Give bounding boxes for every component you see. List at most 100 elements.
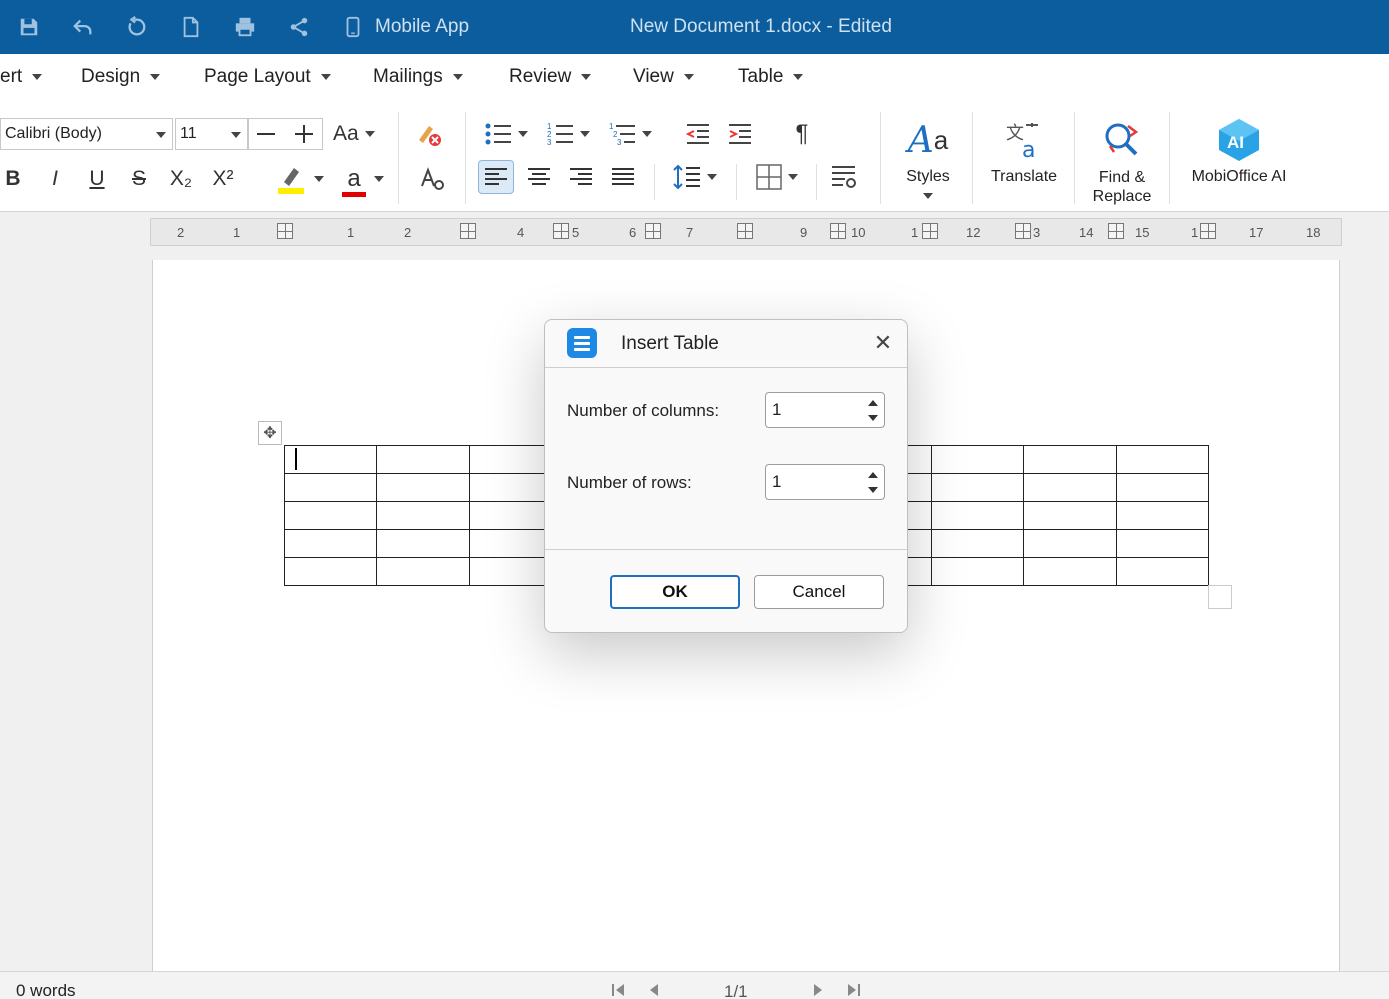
highlight-color-button[interactable] (272, 162, 328, 196)
show-formatting-marks-button[interactable]: ¶ (788, 118, 816, 150)
line-spacing-button[interactable] (668, 160, 722, 194)
next-page-icon[interactable] (808, 980, 828, 999)
column-marker[interactable] (645, 223, 661, 239)
styles-button[interactable]: Aa Styles (898, 112, 958, 204)
cancel-button[interactable]: Cancel (754, 575, 884, 609)
columns-increment-icon[interactable] (866, 397, 880, 409)
table-cell[interactable] (1023, 529, 1117, 558)
table-cell[interactable] (283, 473, 378, 502)
underline-button[interactable]: U (84, 162, 110, 196)
italic-button[interactable]: I (42, 162, 68, 196)
font-name-select[interactable]: Calibri (Body) (0, 118, 173, 150)
clear-formatting-icon[interactable] (414, 118, 444, 150)
chevron-down-icon (518, 131, 528, 137)
font-size-select[interactable]: 11 (175, 118, 248, 150)
bullet-list-button[interactable] (480, 118, 532, 150)
column-marker[interactable] (553, 223, 569, 239)
change-case-button[interactable]: Aa (333, 118, 375, 150)
column-marker[interactable] (460, 223, 476, 239)
table-cell[interactable] (1115, 557, 1210, 586)
tab-page-layout[interactable]: Page Layout (204, 66, 331, 88)
paragraph-settings-icon[interactable] (830, 160, 858, 194)
column-marker[interactable] (737, 223, 753, 239)
table-cell[interactable] (1023, 445, 1117, 474)
subscript-button[interactable]: X₂ (166, 162, 196, 196)
table-cell[interactable] (283, 529, 378, 558)
bold-button[interactable]: B (0, 162, 26, 196)
print-icon[interactable] (230, 12, 260, 42)
table-cell[interactable] (930, 473, 1025, 502)
tab-review[interactable]: Review (509, 66, 592, 88)
increase-indent-icon[interactable] (726, 120, 754, 148)
align-center-button[interactable] (522, 160, 556, 194)
table-cell[interactable] (376, 501, 470, 530)
table-cell[interactable] (930, 529, 1025, 558)
mobile-app-label[interactable]: Mobile App (375, 16, 469, 38)
horizontal-ruler[interactable]: 2 1 1 2 4 5 6 7 9 10 1 12 3 14 15 1 17 1… (150, 218, 1342, 246)
ruler-label: 18 (1306, 225, 1321, 240)
table-cell[interactable] (1115, 445, 1210, 474)
table-cell[interactable] (1115, 501, 1210, 530)
find-replace-button[interactable]: Find & Replace (1084, 112, 1160, 206)
rows-input[interactable] (772, 471, 862, 493)
multilevel-list-button[interactable]: 123 (604, 118, 656, 150)
table-move-icon[interactable]: ✥ (258, 421, 282, 445)
decrease-indent-icon[interactable] (684, 120, 712, 148)
table-cell[interactable] (1023, 501, 1117, 530)
rows-increment-icon[interactable] (866, 469, 880, 481)
column-marker[interactable] (1108, 223, 1124, 239)
table-resize-handle[interactable] (1208, 585, 1232, 609)
column-marker[interactable] (277, 223, 293, 239)
new-document-icon[interactable] (176, 12, 206, 42)
mobioffice-ai-button[interactable]: AI MobiOffice AI (1182, 112, 1296, 186)
borders-button[interactable] (750, 160, 804, 194)
align-right-button[interactable] (564, 160, 598, 194)
previous-page-icon[interactable] (644, 980, 664, 999)
mobile-icon[interactable] (338, 12, 368, 42)
column-marker[interactable] (1200, 223, 1216, 239)
tab-table[interactable]: Table (738, 66, 804, 88)
share-icon[interactable] (284, 12, 314, 42)
table-cell[interactable] (1115, 529, 1210, 558)
table-cell[interactable] (1115, 473, 1210, 502)
table-cell[interactable] (930, 557, 1025, 586)
save-icon[interactable] (14, 12, 44, 42)
close-icon[interactable]: ✕ (871, 332, 895, 356)
tab-design[interactable]: Design (81, 66, 161, 88)
undo-icon[interactable] (68, 12, 98, 42)
table-cell[interactable] (376, 529, 470, 558)
decrease-font-icon[interactable] (257, 133, 275, 135)
text-effects-icon[interactable] (418, 162, 448, 196)
column-marker[interactable] (830, 223, 846, 239)
redo-icon[interactable] (122, 12, 152, 42)
rows-decrement-icon[interactable] (866, 484, 880, 496)
table-cell[interactable] (283, 445, 378, 474)
strikethrough-button[interactable]: S (126, 162, 152, 196)
column-marker[interactable] (1015, 223, 1031, 239)
tab-view[interactable]: View (633, 66, 694, 88)
superscript-button[interactable]: X² (208, 162, 238, 196)
tab-insert[interactable]: ert (0, 66, 43, 88)
justify-button[interactable] (606, 160, 640, 194)
table-cell[interactable] (1023, 473, 1117, 502)
columns-decrement-icon[interactable] (866, 412, 880, 424)
table-cell[interactable] (1023, 557, 1117, 586)
ok-button[interactable]: OK (610, 575, 740, 609)
table-cell[interactable] (283, 557, 378, 586)
last-page-icon[interactable] (844, 980, 864, 999)
align-left-button[interactable] (478, 160, 514, 194)
tab-label: Design (81, 66, 141, 87)
table-cell[interactable] (376, 557, 470, 586)
tab-mailings[interactable]: Mailings (373, 66, 463, 88)
table-cell[interactable] (376, 445, 470, 474)
first-page-icon[interactable] (608, 980, 628, 999)
numbered-list-button[interactable]: 123 (542, 118, 594, 150)
translate-button[interactable]: 文a Translate (986, 112, 1062, 186)
table-cell[interactable] (930, 501, 1025, 530)
table-cell[interactable] (930, 445, 1025, 474)
column-marker[interactable] (922, 223, 938, 239)
font-color-button[interactable]: a (338, 162, 388, 197)
table-cell[interactable] (376, 473, 470, 502)
columns-input[interactable] (772, 399, 862, 421)
table-cell[interactable] (283, 501, 378, 530)
